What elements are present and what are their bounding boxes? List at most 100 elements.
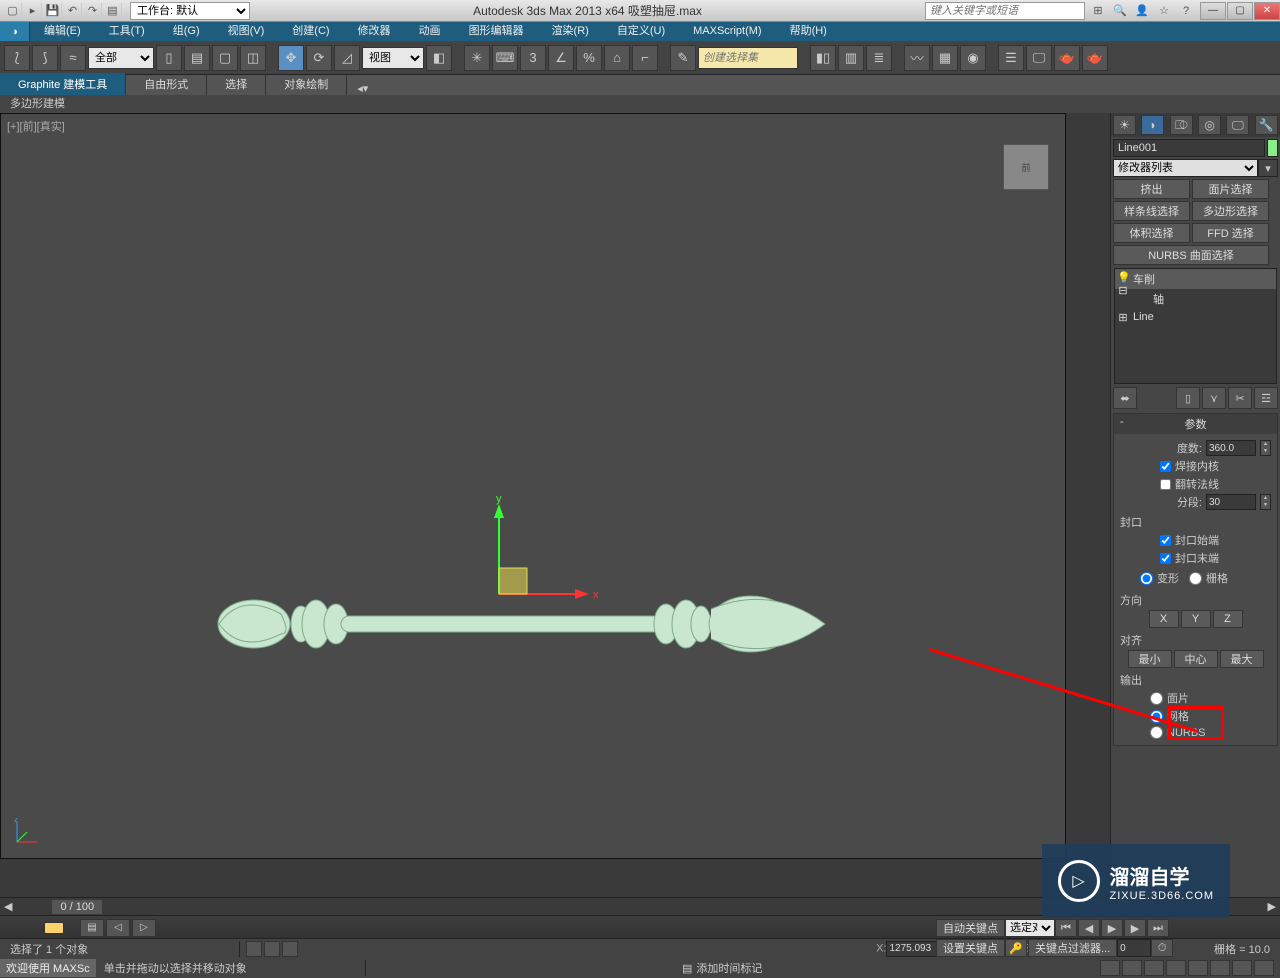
grid-radio[interactable]: 栅格	[1189, 570, 1228, 586]
help-icon[interactable]: ?	[1177, 3, 1195, 19]
track-prev-icon[interactable]: ◁	[106, 919, 130, 937]
time-slider-left-icon[interactable]: ◀	[4, 900, 12, 913]
project-icon[interactable]: ▤	[104, 3, 122, 19]
timeconfig-icon[interactable]: ⏱	[1151, 939, 1173, 957]
tab-motion-icon[interactable]: ◎	[1198, 115, 1221, 135]
tab-selection[interactable]: 选择	[207, 73, 266, 95]
render-setup-icon[interactable]: ☰	[998, 45, 1024, 71]
redo-icon[interactable]: ↷	[84, 3, 102, 19]
save-icon[interactable]: 💾	[44, 3, 62, 19]
bindspacewarp-icon[interactable]: ≈	[60, 45, 86, 71]
comm-icon[interactable]	[1100, 960, 1120, 976]
refcoord-select[interactable]: 视图	[362, 47, 424, 69]
menu-edit[interactable]: 编辑(E)	[30, 22, 95, 41]
zoom-all-icon[interactable]	[1144, 960, 1164, 976]
cap-start-check[interactable]: 封口始端	[1120, 532, 1271, 548]
ribbon-expand-icon[interactable]: ◂▾	[347, 82, 378, 95]
help-search-icon[interactable]: 🔍	[1111, 3, 1129, 19]
align-min-button[interactable]: 最小	[1128, 650, 1172, 668]
menu-group[interactable]: 组(G)	[159, 22, 214, 41]
workspace-select[interactable]: 工作台: 默认	[130, 2, 250, 20]
track-scrubber[interactable]	[44, 922, 64, 934]
object-name-input[interactable]	[1113, 139, 1265, 157]
mod-volsel-button[interactable]: 体积选择	[1113, 223, 1190, 243]
menu-create[interactable]: 创建(C)	[278, 22, 343, 41]
track-next-icon[interactable]: ▷	[132, 919, 156, 937]
maximize-vp-icon[interactable]	[1254, 960, 1274, 976]
menu-modifiers[interactable]: 修改器	[344, 22, 405, 41]
maximize-button[interactable]: ▢	[1227, 2, 1253, 20]
key-icon[interactable]: 🔑	[1005, 939, 1027, 957]
select-object-icon[interactable]: ▯	[156, 45, 182, 71]
mod-patchsel-button[interactable]: 面片选择	[1192, 179, 1269, 199]
menu-animation[interactable]: 动画	[405, 22, 455, 41]
setkey-button[interactable]: 设置关键点	[936, 939, 1005, 957]
percent-snap-icon[interactable]: %	[576, 45, 602, 71]
unlink-icon[interactable]: ⟆	[32, 45, 58, 71]
object-color-swatch[interactable]	[1267, 139, 1278, 157]
prev-frame-icon[interactable]: ◀	[1078, 919, 1100, 937]
help-grid-icon[interactable]: ⊞	[1089, 3, 1107, 19]
time-slider-label[interactable]: 0 / 100	[52, 900, 102, 914]
favorites-icon[interactable]: ☆	[1155, 3, 1173, 19]
output-patch-radio[interactable]: 面片	[1120, 690, 1271, 706]
selection-set-input[interactable]	[698, 47, 798, 69]
mod-nurbssel-button[interactable]: NURBS 曲面选择	[1113, 245, 1269, 265]
menu-views[interactable]: 视图(V)	[214, 22, 279, 41]
tab-utilities-icon[interactable]: 🔧	[1255, 115, 1278, 135]
ribbon-subbar[interactable]: 多边形建模	[0, 95, 1280, 113]
stack-item-line[interactable]: ⊞Line	[1115, 309, 1276, 325]
orbit-icon[interactable]	[1232, 960, 1252, 976]
app-menu-icon[interactable]: ◑	[0, 22, 30, 41]
abs-rel-icon[interactable]	[282, 941, 298, 957]
selection-filter[interactable]: 全部	[88, 47, 154, 69]
spinner-snap-icon[interactable]: ⌂	[604, 45, 630, 71]
menu-help[interactable]: 帮助(H)	[776, 22, 841, 41]
mod-extrude-button[interactable]: 挤出	[1113, 179, 1190, 199]
select-window-icon[interactable]: ◫	[240, 45, 266, 71]
goto-start-icon[interactable]: ⏮	[1055, 919, 1077, 937]
render-icon[interactable]: 🫖	[1054, 45, 1080, 71]
modifier-list-select[interactable]: 修改器列表	[1113, 159, 1258, 177]
align-center-button[interactable]: 中心	[1174, 650, 1218, 668]
flip-normals-check[interactable]: 翻转法线	[1120, 476, 1271, 492]
select-rect-icon[interactable]: ▢	[212, 45, 238, 71]
menu-rendering[interactable]: 渲染(R)	[538, 22, 603, 41]
cap-end-check[interactable]: 封口末端	[1120, 550, 1271, 566]
stack-item-axis[interactable]: 轴	[1115, 289, 1276, 309]
align-icon[interactable]: ▥	[838, 45, 864, 71]
segments-input[interactable]	[1206, 494, 1256, 510]
align-max-button[interactable]: 最大	[1220, 650, 1264, 668]
lock-selection-icon[interactable]	[246, 941, 262, 957]
schematic-icon[interactable]: ▦	[932, 45, 958, 71]
manip-icon[interactable]: ✳	[464, 45, 490, 71]
tab-freeform[interactable]: 自由形式	[126, 73, 207, 95]
show-end-icon[interactable]: ▯	[1176, 387, 1200, 409]
next-frame-icon[interactable]: ▶	[1124, 919, 1146, 937]
tab-hierarchy-icon[interactable]: ⎄	[1170, 115, 1193, 135]
rotate-icon[interactable]: ⟳	[306, 45, 332, 71]
pan-icon[interactable]	[1210, 960, 1230, 976]
sign-in-icon[interactable]: 👤	[1133, 3, 1151, 19]
axis-constraint-icon[interactable]: ⌐	[632, 45, 658, 71]
rollout-header[interactable]: -参数	[1114, 414, 1277, 434]
help-search-input[interactable]	[925, 2, 1085, 20]
close-button[interactable]: ✕	[1254, 2, 1280, 20]
material-editor-icon[interactable]: ◉	[960, 45, 986, 71]
link-icon[interactable]: ⟅	[4, 45, 30, 71]
remove-mod-icon[interactable]: ✂	[1228, 387, 1252, 409]
weld-core-check[interactable]: 焊接内核	[1120, 458, 1271, 474]
tab-paint[interactable]: 对象绘制	[266, 73, 347, 95]
tab-create-icon[interactable]: ☀	[1113, 115, 1136, 135]
track-toggle-icon[interactable]: ▤	[80, 919, 104, 937]
new-icon[interactable]: ▢	[4, 3, 22, 19]
play-icon[interactable]: ▶	[1101, 919, 1123, 937]
time-slider-right-icon[interactable]: ▶	[1268, 900, 1276, 913]
dir-x-button[interactable]: X	[1149, 610, 1179, 628]
pivot-icon[interactable]: ◧	[426, 45, 452, 71]
undo-icon[interactable]: ↶	[64, 3, 82, 19]
segments-spinner[interactable]: ▲▼	[1260, 494, 1271, 510]
tab-modify-icon[interactable]: ◗	[1141, 115, 1164, 135]
modifier-stack[interactable]: 💡 ⊟车削 轴 ⊞Line	[1114, 268, 1277, 384]
keymode-select[interactable]: 选定对象	[1005, 919, 1055, 937]
